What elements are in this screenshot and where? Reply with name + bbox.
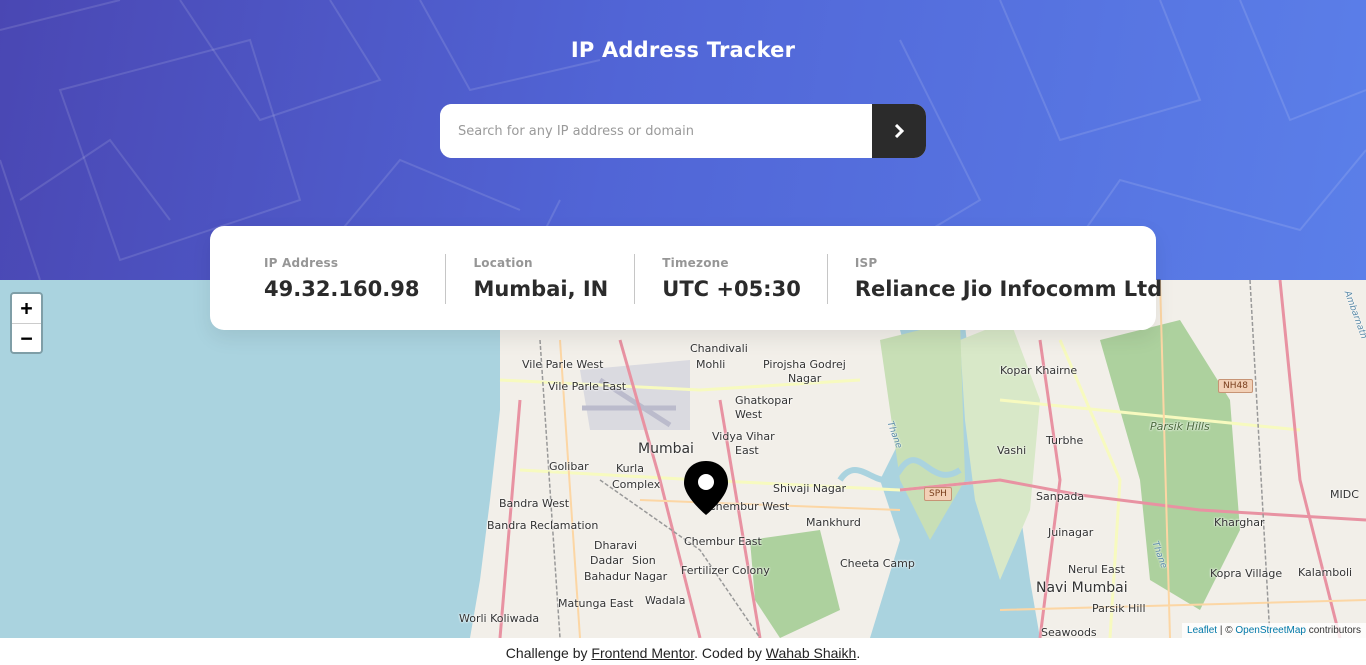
map-label: Seawoods: [1041, 626, 1097, 638]
map-label: Kopra Village: [1210, 567, 1283, 580]
attribution-suffix: contributors: [1305, 625, 1361, 636]
zoom-control: + −: [10, 292, 43, 354]
zoom-in-button[interactable]: +: [12, 294, 41, 323]
stat-value: Reliance Jio Infocomm Ltd: [854, 276, 1163, 301]
frontend-mentor-link[interactable]: Frontend Mentor: [591, 645, 694, 661]
map-label: Vidya Vihar: [712, 430, 775, 443]
map-label: Matunga East: [558, 597, 634, 610]
stat-label: IP Address: [264, 255, 339, 270]
stat-label: Location: [473, 255, 533, 270]
map-label: East: [735, 444, 759, 457]
map-label: Parsik Hills: [1150, 420, 1210, 433]
map-label: Turbhe: [1046, 434, 1084, 447]
map-attribution: Leaflet | © OpenStreetMap contributors: [1182, 623, 1366, 638]
map-label: Bandra Reclamation: [487, 519, 599, 532]
location-stat: Location Mumbai, IN: [473, 253, 636, 304]
road-shield: SPH: [924, 487, 952, 501]
ip-info-card: IP Address 49.32.160.98 Location Mumbai,…: [210, 226, 1162, 330]
osm-link[interactable]: OpenStreetMap: [1235, 625, 1306, 636]
map-label: Parsik Hill: [1092, 602, 1146, 615]
ip-address-stat: IP Address 49.32.160.98: [264, 253, 447, 304]
footer-suffix: .: [856, 645, 861, 661]
map-label: Chembur East: [684, 535, 762, 548]
map-label: Mohli: [696, 358, 726, 371]
attribution-footer: Challenge by Frontend Mentor. Coded by W…: [0, 638, 1366, 665]
map-label: Chandivali: [690, 342, 748, 355]
isp-stat: ISP Reliance Jio Infocomm Ltd: [855, 256, 1162, 301]
map-label: Nagar: [788, 372, 822, 385]
map-label: Mankhurd: [806, 516, 861, 529]
map-label: Complex: [612, 478, 661, 491]
map-label: Vile Parle West: [522, 358, 604, 371]
map-label: Sanpada: [1036, 490, 1085, 503]
map-label: West: [735, 408, 763, 421]
map-label: Vile Parle East: [548, 380, 627, 393]
map-label: Dharavi: [594, 539, 638, 552]
map-view[interactable]: Chandivali Vile Parle West Vile Parle Ea…: [0, 280, 1366, 638]
search-input[interactable]: [440, 104, 872, 158]
search-submit-button[interactable]: [872, 104, 926, 158]
map-label: Dadar: [590, 554, 624, 567]
stat-value: 49.32.160.98: [264, 276, 420, 301]
timezone-stat: Timezone UTC +05:30: [662, 253, 828, 304]
map-label: Bahadur Nagar: [584, 570, 668, 583]
map-label: Cheeta Camp: [840, 557, 915, 570]
footer-prefix: Challenge by: [505, 645, 592, 661]
map-label: Kharghar: [1214, 516, 1265, 529]
map-label: Ghatkopar: [735, 394, 793, 407]
location-pin-icon[interactable]: [683, 460, 729, 516]
footer-middle: . Coded by: [694, 645, 766, 661]
map-label: Fertilizer Colony: [681, 564, 770, 577]
road-shield: NH48: [1218, 379, 1253, 393]
map-label: Sion: [632, 554, 656, 567]
author-link[interactable]: Wahab Shaikh: [766, 645, 857, 661]
map-label: Bandra West: [499, 497, 570, 510]
map-label: Shivaji Nagar: [773, 482, 847, 495]
search-form: [440, 104, 926, 158]
map-label: Mumbai: [638, 441, 694, 457]
map-label: Navi Mumbai: [1036, 580, 1128, 596]
map-label: Kalamboli: [1298, 566, 1353, 579]
zoom-out-button[interactable]: −: [12, 323, 41, 352]
map-label: Vashi: [997, 444, 1027, 457]
map-label: Wadala: [645, 594, 686, 607]
stat-label: ISP: [854, 255, 878, 270]
page-title: IP Address Tracker: [570, 38, 796, 62]
map-label: Nerul East: [1068, 563, 1125, 576]
map-label: Kopar Khairne: [1000, 364, 1078, 377]
map-label: Worli Koliwada: [459, 612, 540, 625]
map-label: Kurla: [616, 462, 644, 475]
map-label: MIDC: [1330, 488, 1359, 501]
map-label: Pirojsha Godrej: [763, 358, 846, 371]
attribution-separator: | ©: [1217, 625, 1236, 636]
map-label: Juinagar: [1048, 526, 1094, 539]
chevron-right-icon: [894, 124, 904, 138]
map-label: Golibar: [549, 460, 589, 473]
stat-value: Mumbai, IN: [473, 276, 609, 301]
map-tiles: [470, 280, 1366, 638]
stat-value: UTC +05:30: [662, 276, 801, 301]
leaflet-link[interactable]: Leaflet: [1187, 625, 1217, 636]
stat-label: Timezone: [662, 255, 729, 270]
